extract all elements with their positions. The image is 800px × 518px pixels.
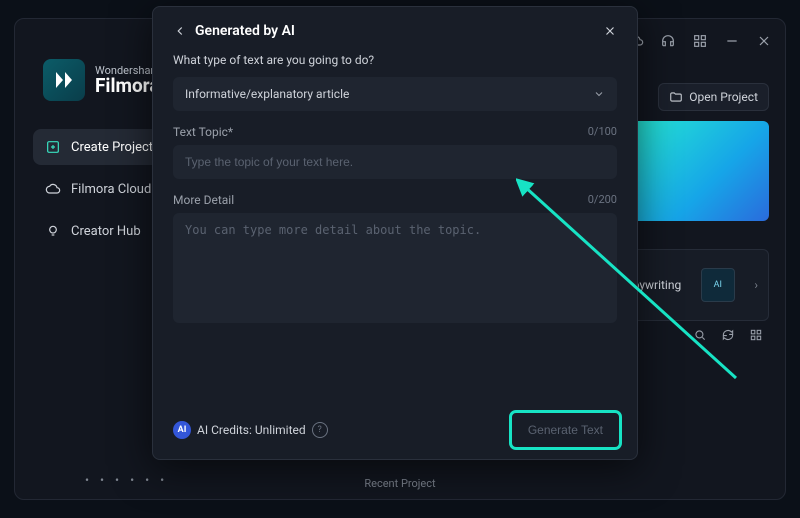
brand: Wondershare Filmora bbox=[43, 59, 160, 101]
headset-icon[interactable] bbox=[659, 32, 677, 50]
search-icon[interactable] bbox=[693, 327, 707, 346]
more-detail-count: 0/200 bbox=[588, 193, 617, 207]
bulb-icon bbox=[45, 223, 61, 239]
grid-icon[interactable] bbox=[749, 327, 763, 346]
recent-project-label: Recent Project bbox=[15, 477, 785, 490]
modal-header: Generated by AI bbox=[173, 23, 617, 39]
close-icon[interactable] bbox=[755, 32, 773, 50]
filmora-logo-icon bbox=[52, 68, 76, 92]
brand-text: Wondershare Filmora bbox=[95, 65, 160, 95]
ai-credits-text: AI Credits: Unlimited bbox=[197, 423, 306, 437]
text-topic-input[interactable] bbox=[173, 145, 617, 179]
folder-icon bbox=[669, 90, 683, 104]
back-button[interactable] bbox=[173, 24, 187, 38]
open-project-button[interactable]: Open Project bbox=[658, 83, 769, 111]
chevron-down-icon bbox=[593, 88, 605, 100]
info-icon[interactable]: ? bbox=[312, 422, 328, 438]
preview-gradient-card[interactable] bbox=[629, 121, 769, 221]
ai-credits: AI AI Credits: Unlimited ? bbox=[173, 421, 328, 439]
preview-toolbar bbox=[693, 327, 763, 346]
minimize-icon[interactable] bbox=[723, 32, 741, 50]
close-button[interactable] bbox=[603, 24, 617, 38]
modal-footer: AI AI Credits: Unlimited ? Generate Text bbox=[173, 415, 617, 445]
brand-line2: Filmora bbox=[95, 76, 160, 95]
more-detail-textarea[interactable] bbox=[173, 213, 617, 323]
chevron-right-icon[interactable]: › bbox=[754, 278, 758, 292]
plus-square-icon bbox=[45, 139, 61, 155]
sidebar-item-label: Filmora Cloud bbox=[71, 182, 151, 197]
text-type-select[interactable]: Informative/explanatory article bbox=[173, 77, 617, 111]
open-project-label: Open Project bbox=[689, 90, 758, 104]
select-value: Informative/explanatory article bbox=[185, 87, 349, 101]
modal-title: Generated by AI bbox=[195, 23, 295, 39]
text-type-question: What type of text are you going to do? bbox=[173, 53, 617, 67]
generate-text-button[interactable]: Generate Text bbox=[514, 415, 617, 445]
brand-logo bbox=[43, 59, 85, 101]
ai-thumb-icon: AI bbox=[701, 268, 735, 302]
apps-icon[interactable] bbox=[691, 32, 709, 50]
ai-badge-icon: AI bbox=[173, 421, 191, 439]
sidebar-item-label: Create Project bbox=[71, 140, 153, 155]
more-detail-label: More Detail bbox=[173, 193, 234, 207]
refresh-icon[interactable] bbox=[721, 327, 735, 346]
text-topic-label-row: Text Topic* 0/100 bbox=[173, 125, 617, 139]
text-topic-count: 0/100 bbox=[588, 125, 617, 139]
sidebar-item-label: Creator Hub bbox=[71, 224, 141, 239]
more-detail-label-row: More Detail 0/200 bbox=[173, 193, 617, 207]
text-topic-label: Text Topic* bbox=[173, 125, 233, 139]
generated-by-ai-modal: Generated by AI What type of text are yo… bbox=[152, 6, 638, 460]
cloud-outline-icon bbox=[45, 181, 61, 197]
